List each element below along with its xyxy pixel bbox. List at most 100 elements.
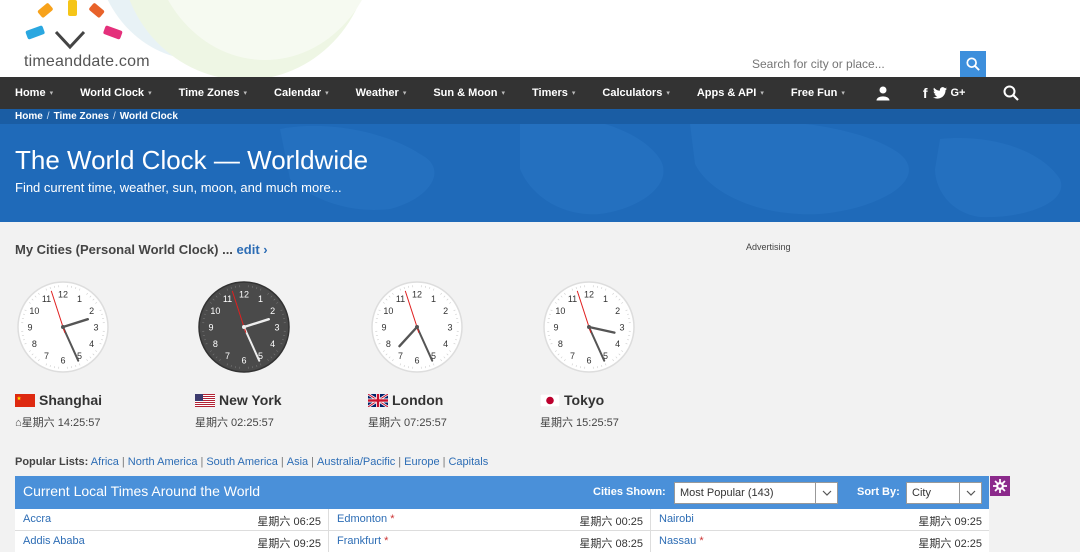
caret-down-icon: ▾	[325, 90, 329, 97]
nav-label: Calendar	[274, 87, 322, 99]
advertising-label: Advertising	[746, 242, 791, 252]
clock-face-london: 1234567891011 12	[371, 281, 463, 373]
nav-item-calendar[interactable]: Calendar ▾	[259, 77, 341, 109]
clock-numeral: 12	[58, 290, 68, 300]
breadcrumb-separator: /	[46, 111, 50, 122]
popular-link-australia-pacific[interactable]: Australia/Pacific	[317, 456, 395, 468]
twitter-icon[interactable]	[932, 77, 947, 109]
separator: |	[442, 456, 446, 468]
search-icon[interactable]	[1003, 77, 1020, 109]
search-button[interactable]	[960, 51, 986, 77]
popular-lists-label: Popular Lists:	[15, 456, 89, 468]
clock-numeral: 9	[553, 323, 558, 333]
chevron-down-icon	[815, 483, 837, 503]
clock-numeral: 3	[447, 323, 452, 333]
local-time: 星期六 09:25	[257, 538, 321, 550]
time-value: 星期六 14:25:57	[21, 417, 101, 429]
breadcrumb-home[interactable]: Home	[15, 111, 43, 122]
site-logo[interactable]: timeanddate.com	[20, 0, 170, 77]
city-link[interactable]: Accra	[23, 513, 51, 525]
page-banner: Home / Time Zones / World Clock The World …	[0, 109, 1080, 222]
selected-value: Most Popular (143)	[680, 487, 774, 499]
table-cell: Nassau * 星期六 02:25	[651, 531, 989, 552]
city-link[interactable]: Frankfurt *	[337, 535, 388, 547]
table-cell: Frankfurt * 星期六 08:25	[329, 531, 651, 552]
gear-icon	[993, 479, 1007, 493]
clock-numeral: 2	[443, 306, 448, 316]
city-name: Shanghai	[39, 392, 103, 408]
table-cell: Addis Ababa 星期六 09:25	[15, 531, 329, 552]
clock-numeral: 11	[568, 294, 577, 304]
popular-link-north-america[interactable]: North America	[128, 456, 198, 468]
nav-item-time-zones[interactable]: Time Zones ▾	[164, 77, 259, 109]
clock-numeral: 4	[89, 339, 94, 349]
caret-down-icon: ▾	[148, 90, 152, 97]
nav-item-weather[interactable]: Weather ▾	[341, 77, 419, 109]
city-time-new-york: 星期六 02:25:57	[195, 417, 274, 429]
clock-numeral: 9	[27, 323, 32, 333]
table-settings-button[interactable]	[990, 476, 1010, 496]
caret-down-icon: ▾	[243, 90, 248, 97]
city-link[interactable]: Nairobi	[659, 513, 694, 525]
breadcrumb-separator: /	[112, 111, 116, 122]
local-times-table-header: Current Local Times Around the World Cit…	[15, 476, 989, 509]
sort-by-select[interactable]: City	[906, 482, 982, 504]
dst-marker: *	[699, 535, 704, 547]
nav-item-calculators[interactable]: Calculators ▾	[587, 77, 681, 109]
google-plus-icon[interactable]: G+	[951, 77, 966, 109]
popular-link-europe[interactable]: Europe	[404, 456, 439, 468]
separator: |	[311, 456, 315, 468]
caret-down-icon: ▾	[501, 90, 506, 97]
table-row: Addis Ababa 星期六 09:25 Frankfurt * 星期六 08:…	[15, 531, 989, 552]
city-label-shanghai[interactable]: Shanghai	[15, 392, 102, 408]
clock-numeral: 7	[398, 351, 403, 361]
clock-face-shanghai: 1234567891011 12	[17, 281, 109, 373]
city-search-input[interactable]	[745, 51, 960, 77]
clock-numeral: 11	[42, 294, 51, 304]
city-label-new-york[interactable]: New York	[195, 392, 282, 408]
clock-numeral: 2	[270, 306, 275, 316]
china-flag-icon	[15, 393, 35, 407]
city-link[interactable]: Edmonton *	[337, 513, 395, 525]
popular-link-asia[interactable]: Asia	[287, 456, 308, 468]
city-label-london[interactable]: London	[368, 392, 443, 408]
main-content: My Cities (Personal World Clock) ... edi…	[0, 222, 1080, 552]
nav-item-free-fun[interactable]: Free Fun ▾	[776, 77, 857, 109]
cities-shown-select[interactable]: Most Popular (143)	[674, 482, 838, 504]
page-subtitle: Find current time, weather, sun, moon, a…	[15, 180, 342, 195]
edit-cities-link[interactable]: edit ›	[237, 242, 268, 257]
dst-marker: *	[384, 535, 389, 547]
breadcrumb-time-zones[interactable]: Time Zones	[54, 111, 109, 122]
separator: |	[398, 456, 402, 468]
user-icon[interactable]	[875, 77, 891, 109]
clock-numeral: 2	[89, 306, 94, 316]
clock-face-tokyo: 1234567891011 12	[543, 281, 635, 373]
nav-item-world-clock[interactable]: World Clock ▾	[65, 77, 164, 109]
local-time: 星期六 08:25	[579, 538, 643, 550]
clock-center	[61, 325, 65, 329]
main-nav: Home ▾ World Clock ▾ Time Zones ▾ Calendar ▾…	[0, 77, 1080, 109]
popular-link-capitals[interactable]: Capitals	[448, 456, 488, 468]
city-link[interactable]: Addis Ababa	[23, 535, 85, 547]
nav-item-timers[interactable]: Timers ▾	[517, 77, 587, 109]
city-label-tokyo[interactable]: Tokyo	[540, 392, 604, 408]
clock-numeral: 6	[241, 356, 246, 366]
breadcrumb-world-clock[interactable]: World Clock	[120, 111, 178, 122]
city-link[interactable]: Nassau *	[659, 535, 704, 547]
caret-down-icon: ▾	[402, 90, 407, 97]
popular-link-africa[interactable]: Africa	[91, 456, 119, 468]
clock-numeral: 10	[555, 306, 565, 316]
clock-numeral: 10	[29, 306, 39, 316]
nav-item-home[interactable]: Home ▾	[0, 77, 65, 109]
nav-item-sun-moon[interactable]: Sun & Moon ▾	[418, 77, 517, 109]
popular-link-south-america[interactable]: South America	[206, 456, 278, 468]
clock-numeral: 7	[570, 351, 575, 361]
nav-item-apps-api[interactable]: Apps & API ▾	[682, 77, 776, 109]
search-icon	[966, 57, 980, 71]
page-title: The World Clock — Worldwide	[15, 145, 369, 175]
nav-label: Sun & Moon	[433, 87, 498, 99]
facebook-icon[interactable]: f	[923, 77, 928, 109]
logo-icon	[25, 0, 123, 50]
clock-numeral: 12	[239, 290, 249, 300]
clock-numeral: 3	[274, 323, 279, 333]
